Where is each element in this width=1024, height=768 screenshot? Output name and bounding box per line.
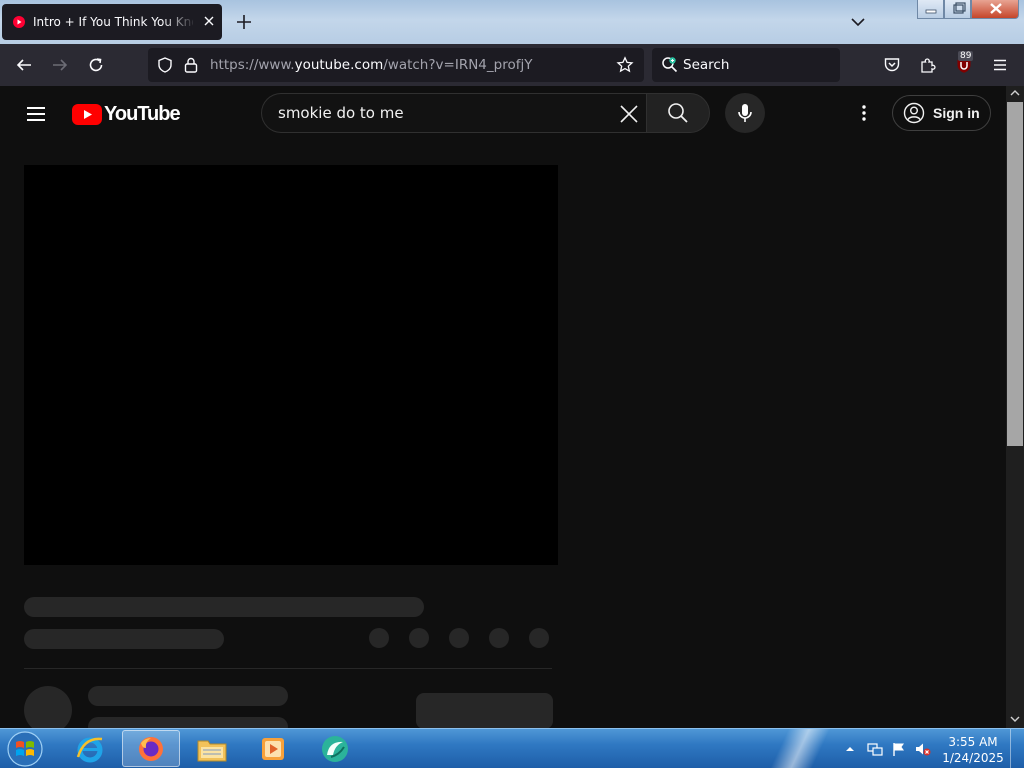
puzzle-piece-icon	[921, 58, 936, 73]
youtube-wordmark: YouTube	[104, 102, 181, 125]
search-query-text: smokie do to me	[278, 104, 404, 122]
page-scrollbar[interactable]	[1006, 86, 1024, 728]
browser-tab-active[interactable]: Intro + If You Think You Know How to Lov…	[2, 4, 222, 40]
pocket-button[interactable]	[880, 53, 904, 77]
channel-avatar-placeholder	[24, 686, 72, 734]
taskbar-firefox[interactable]	[122, 730, 180, 767]
show-hidden-icons-icon[interactable]	[845, 744, 855, 754]
arrow-left-icon	[16, 59, 31, 71]
close-icon	[990, 3, 1002, 14]
hamburger-menu-icon	[994, 59, 1006, 71]
subscribe-button-placeholder	[416, 693, 553, 729]
youtube-logo[interactable]: YouTube	[72, 102, 181, 126]
shield-icon[interactable]	[156, 56, 174, 74]
clock-date: 1/24/2025	[942, 751, 1004, 765]
volume-muted-icon[interactable]	[915, 741, 931, 757]
windows-start-button-icon[interactable]	[5, 730, 45, 768]
more-vertical-icon	[862, 105, 866, 121]
scroll-down-arrow-icon[interactable]	[1010, 714, 1020, 724]
video-meta-placeholder	[24, 629, 224, 649]
action-placeholder	[489, 628, 509, 648]
microphone-icon	[738, 104, 752, 122]
taskbar-internet-explorer[interactable]	[61, 730, 119, 767]
tab-title-fade	[162, 10, 196, 34]
extensions-button[interactable]	[916, 53, 940, 77]
action-center-flag-icon[interactable]	[891, 741, 907, 757]
sign-in-label: Sign in	[933, 105, 980, 121]
scrollbar-thumb[interactable]	[1007, 102, 1023, 446]
search-icon	[668, 103, 688, 123]
windows-taskbar: 3:55 AM 1/24/2025	[0, 728, 1024, 768]
lock-icon[interactable]	[183, 56, 199, 74]
taskbar-file-explorer[interactable]	[183, 730, 241, 767]
file-explorer-icon	[197, 740, 227, 761]
taskbar-app[interactable]	[306, 730, 364, 767]
url-path: /watch?v=IRN4_profjY	[383, 57, 533, 73]
action-placeholder	[409, 628, 429, 648]
search-placeholder: Search	[683, 57, 730, 73]
action-placeholder	[369, 628, 389, 648]
youtube-search-button[interactable]	[646, 93, 710, 133]
taskbar-media-player[interactable]	[244, 730, 302, 767]
browser-tab-strip: Intro + If You Think You Know How to Lov…	[0, 0, 1024, 44]
scroll-up-arrow-icon[interactable]	[1010, 88, 1020, 98]
settings-more-button[interactable]	[852, 101, 876, 125]
bookmark-star-icon[interactable]	[616, 56, 634, 74]
pocket-icon	[884, 58, 900, 72]
firefox-icon	[139, 736, 163, 761]
channel-name-placeholder	[88, 686, 288, 706]
search-engine-icon	[662, 57, 678, 73]
browser-search-bar[interactable]: Search	[652, 48, 840, 82]
extension-count-badge: 89	[958, 51, 974, 61]
url-prefix: https://www.	[210, 57, 295, 73]
media-player-icon	[262, 737, 284, 760]
network-icon[interactable]	[867, 741, 883, 757]
divider	[24, 668, 552, 669]
clear-search-icon[interactable]	[617, 102, 641, 126]
reload-button[interactable]	[84, 53, 108, 77]
new-tab-icon[interactable]	[234, 12, 254, 32]
restore-icon	[953, 2, 966, 14]
account-circle-icon	[903, 102, 925, 124]
clock-time: 3:55 AM	[948, 735, 998, 749]
youtube-search-input[interactable]: smokie do to me	[261, 93, 647, 133]
arrow-right-icon	[53, 59, 68, 71]
browser-toolbar: https://www.youtube.com/watch?v=IRN4_pro…	[0, 44, 1024, 130]
voice-search-button[interactable]	[725, 93, 765, 133]
action-placeholder	[529, 628, 549, 648]
back-button[interactable]	[12, 53, 36, 77]
video-title-placeholder	[24, 597, 424, 617]
tab-list-chevron-icon[interactable]	[848, 12, 868, 32]
youtube-favicon-icon	[13, 16, 25, 28]
system-clock[interactable]: 3:55 AM 1/24/2025	[940, 734, 1006, 766]
minimize-button[interactable]	[917, 0, 944, 19]
restore-button[interactable]	[944, 0, 971, 19]
guide-menu-icon[interactable]	[24, 102, 48, 126]
sign-in-button[interactable]: Sign in	[892, 95, 991, 131]
url-text[interactable]: https://www.youtube.com/watch?v=IRN4_pro…	[210, 57, 532, 73]
youtube-play-logo-icon	[72, 103, 102, 125]
youtube-masthead: YouTube smokie do to me Sign in	[0, 86, 1006, 142]
taskbar-highlight	[740, 729, 860, 768]
desktop-screen: Intro + If You Think You Know How to Lov…	[0, 0, 1024, 768]
app-menu-button[interactable]	[988, 53, 1012, 77]
video-player[interactable]	[24, 165, 558, 565]
address-bar[interactable]: https://www.youtube.com/watch?v=IRN4_pro…	[148, 48, 644, 82]
internet-explorer-icon	[76, 737, 103, 762]
close-window-button[interactable]	[971, 0, 1019, 19]
minimize-icon	[925, 9, 937, 14]
show-desktop-button[interactable]	[1010, 729, 1024, 768]
url-domain: youtube.com	[294, 57, 384, 73]
window-controls	[917, 0, 1021, 19]
forward-button[interactable]	[48, 53, 72, 77]
action-placeholder	[449, 628, 469, 648]
app-icon	[322, 735, 348, 762]
tab-close-icon[interactable]	[201, 13, 217, 29]
reload-icon	[89, 58, 103, 72]
